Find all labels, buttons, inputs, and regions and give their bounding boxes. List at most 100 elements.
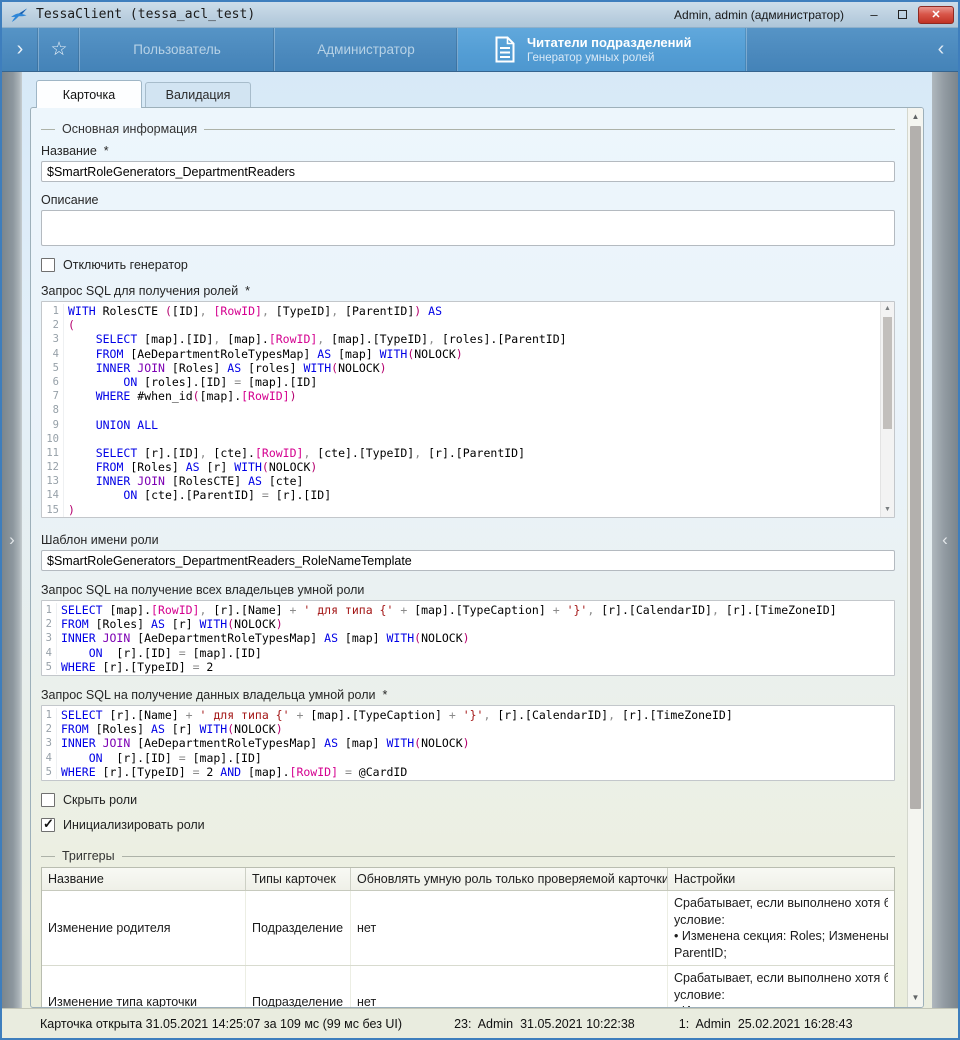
tab-validation[interactable]: Валидация [145, 82, 251, 107]
column-header[interactable]: Обновлять умную роль только проверяемой … [351, 868, 668, 890]
active-tab-subtitle: Генератор умных ролей [527, 51, 691, 65]
tab-card[interactable]: Карточка [36, 80, 142, 108]
scroll-up-icon[interactable]: ▲ [908, 110, 923, 124]
left-panel-expander[interactable]: › [2, 72, 22, 1008]
checkbox-label: Скрыть роли [63, 793, 137, 807]
cell-update-only: нет [351, 891, 668, 965]
forward-chevron-icon: ‹ [938, 38, 945, 61]
hide-roles-checkbox[interactable] [41, 793, 55, 807]
card-panel: Основная информация Название * Описание … [30, 107, 924, 1008]
document-icon [494, 36, 516, 63]
sql-owners-label: Запрос SQL на получение всех владельцев … [41, 583, 895, 597]
right-panel-expander[interactable]: ‹ [932, 72, 958, 1008]
checkbox-label: Инициализировать роли [63, 818, 205, 832]
card-workspace: Карточка Валидация Основная информация Н… [22, 72, 932, 1008]
star-icon: ☆ [50, 38, 67, 61]
nav-forward-button[interactable]: ‹ [924, 28, 958, 71]
name-input[interactable] [41, 161, 895, 182]
tab-label: Карточка [63, 88, 115, 102]
toolbar-tab-label: Администратор [317, 42, 414, 57]
cell-trigger-name: Изменение родителя [42, 891, 246, 965]
app-logo-icon [10, 7, 28, 23]
sql-owner-data-label: Запрос SQL на получение данных владельца… [41, 688, 895, 702]
template-label: Шаблон имени роли [41, 533, 895, 547]
scrollbar-thumb[interactable] [883, 317, 892, 429]
toolbar-tab-admin[interactable]: Администратор [275, 28, 457, 71]
name-label: Название * [41, 144, 895, 158]
group-line [122, 856, 895, 857]
sql-code: SELECT [map].[RowID], [r].[Name] + ' для… [57, 603, 894, 674]
sql-roles-label: Запрос SQL для получения ролей * [41, 284, 895, 298]
nav-back-button[interactable]: › [2, 28, 38, 71]
group-line [204, 129, 895, 130]
triggers-table-body: Изменение родителяПодразделениенетСрабат… [42, 891, 894, 1007]
favorites-button[interactable]: ☆ [39, 28, 79, 71]
status-modified: 23: Admin 31.05.2021 10:22:38 [454, 1017, 635, 1031]
hide-roles-checkbox-row[interactable]: Скрыть роли [41, 793, 895, 807]
status-opened: Карточка открыта 31.05.2021 14:25:07 за … [40, 1017, 402, 1031]
line-numbers: 12345 [42, 708, 57, 779]
line-numbers: 12345 [42, 603, 57, 674]
status-bar: Карточка открыта 31.05.2021 14:25:07 за … [2, 1008, 958, 1038]
toolbar-tab-active-card[interactable]: Читатели подразделений Генератор умных р… [458, 28, 746, 71]
active-tab-title: Читатели подразделений [527, 35, 691, 51]
disable-generator-checkbox-row[interactable]: Отключить генератор [41, 258, 895, 272]
group-title: Основная информация [55, 122, 204, 136]
group-main-info: Основная информация [41, 122, 895, 136]
scroll-down-icon[interactable]: ▼ [881, 504, 894, 516]
close-button[interactable]: ✕ [918, 6, 954, 24]
checkbox-label: Отключить генератор [63, 258, 188, 272]
editor-scrollbar[interactable]: ▲ ▼ [880, 302, 894, 517]
back-chevron-icon: › [17, 38, 24, 61]
line-numbers: 123456789101112131415 [42, 304, 64, 517]
vertical-scrollbar[interactable]: ▲ ▼ [907, 108, 923, 1007]
minimize-button[interactable]: – [862, 6, 886, 24]
group-line [41, 856, 55, 857]
column-header[interactable]: Типы карточек [246, 868, 351, 890]
table-row[interactable]: Изменение типа карточкиПодразделениенетС… [42, 966, 894, 1007]
toolbar-separator [746, 28, 747, 71]
triggers-table: Название Типы карточек Обновлять умную р… [41, 867, 895, 1007]
description-label: Описание [41, 193, 895, 207]
title-bar: TessaClient (tessa_acl_test) Admin, admi… [2, 2, 958, 28]
cell-settings: Срабатывает, если выполнено хотя бы одно… [668, 966, 894, 1007]
app-window: TessaClient (tessa_acl_test) Admin, admi… [0, 0, 960, 1040]
column-header[interactable]: Название [42, 868, 246, 890]
right-expander-chevron-icon: ‹ [932, 530, 958, 550]
scroll-up-icon[interactable]: ▲ [881, 303, 894, 315]
toolbar-tab-user[interactable]: Пользователь [80, 28, 274, 71]
sql-editor-owners[interactable]: 12345 SELECT [map].[RowID], [r].[Name] +… [41, 600, 895, 676]
disable-generator-checkbox[interactable] [41, 258, 55, 272]
init-roles-checkbox[interactable]: ✓ [41, 818, 55, 832]
maximize-button[interactable] [890, 6, 914, 24]
sql-editor-roles[interactable]: 123456789101112131415 WITH RolesCTE ([ID… [41, 301, 895, 518]
card-tabstrip: Карточка Валидация [30, 80, 924, 107]
left-expander-chevron-icon: › [2, 530, 22, 550]
cell-update-only: нет [351, 966, 668, 1007]
init-roles-checkbox-row[interactable]: ✓ Инициализировать роли [41, 818, 895, 832]
scroll-down-icon[interactable]: ▼ [908, 991, 923, 1005]
current-user-label: Admin, admin (администратор) [674, 8, 844, 22]
group-triggers: Триггеры [41, 849, 895, 863]
toolbar-tab-label: Пользователь [133, 42, 221, 57]
table-row[interactable]: Изменение родителяПодразделениенетСрабат… [42, 891, 894, 966]
description-input[interactable] [41, 210, 895, 246]
sql-code: SELECT [r].[Name] + ' для типа {' + [map… [57, 708, 894, 779]
main-toolbar: › ☆ Пользователь Администратор Читатели … [2, 28, 958, 72]
scrollbar-thumb[interactable] [910, 126, 921, 809]
cell-card-types: Подразделение [246, 966, 351, 1007]
cell-trigger-name: Изменение типа карточки [42, 966, 246, 1007]
group-line [41, 129, 55, 130]
template-input[interactable] [41, 550, 895, 571]
sql-code: WITH RolesCTE ([ID], [RowID], [TypeID], … [64, 304, 880, 517]
main-area: › Карточка Валидация Основная информация… [2, 72, 958, 1008]
sql-editor-owner-data[interactable]: 12345 SELECT [r].[Name] + ' для типа {' … [41, 705, 895, 781]
status-created: 1: Admin 25.02.2021 16:28:43 [679, 1017, 853, 1031]
card-form: Основная информация Название * Описание … [31, 108, 907, 1007]
check-icon: ✓ [43, 816, 54, 832]
cell-card-types: Подразделение [246, 891, 351, 965]
column-header[interactable]: Настройки [668, 868, 894, 890]
cell-settings: Срабатывает, если выполнено хотя бы одно… [668, 891, 894, 965]
group-title: Триггеры [55, 849, 122, 863]
tab-label: Валидация [166, 88, 231, 102]
